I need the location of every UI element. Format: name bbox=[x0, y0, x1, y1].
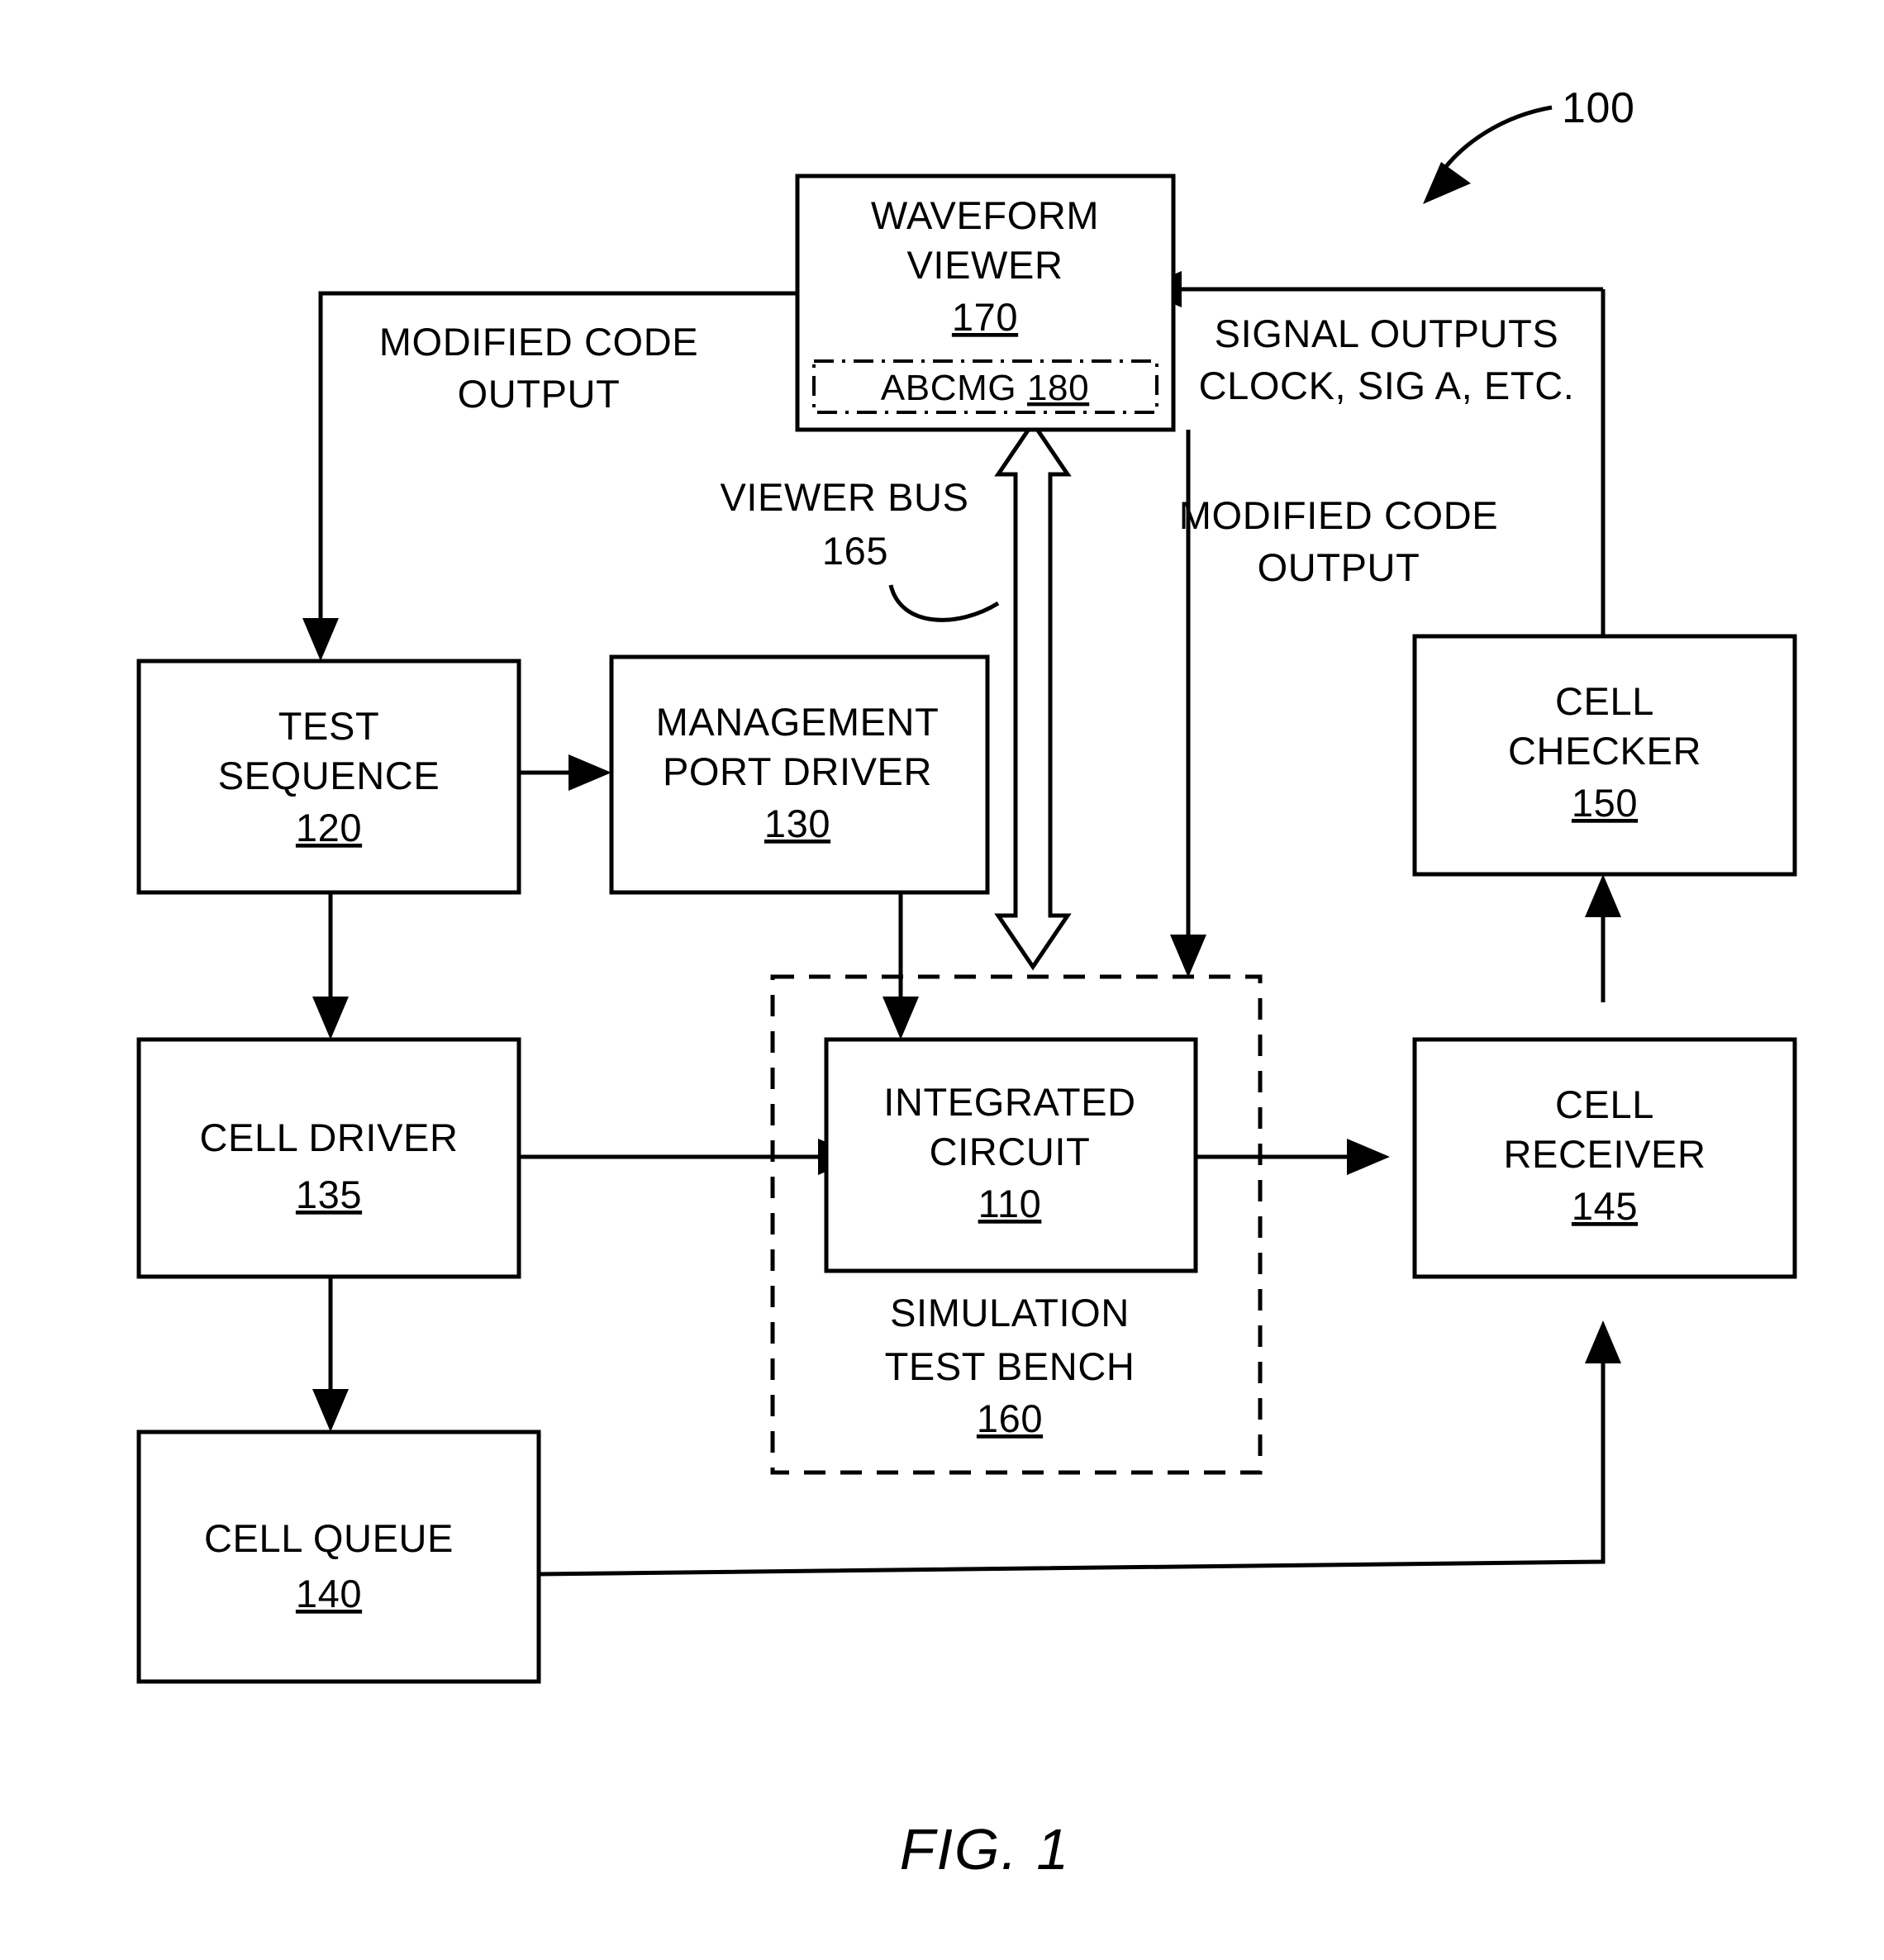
simulation-test-bench-label-line2: TEST BENCH bbox=[885, 1344, 1135, 1388]
reference-number-100: 100 bbox=[1562, 84, 1635, 132]
management-port-driver-number: 130 bbox=[764, 802, 830, 845]
integrated-circuit-number: 110 bbox=[978, 1182, 1042, 1225]
arrowhead-cell-checker-bottom bbox=[1585, 874, 1621, 917]
management-port-driver-label-line1: MANAGEMENT bbox=[656, 700, 940, 744]
viewer-bus-label: VIEWER BUS bbox=[720, 475, 968, 519]
integrated-circuit-label-line1: INTEGRATED bbox=[883, 1080, 1135, 1124]
patent-figure: WAVEFORM VIEWER 170 ABCMG 180 TEST SEQUE… bbox=[0, 0, 1884, 1960]
cell-driver-label-line1: CELL DRIVER bbox=[199, 1116, 458, 1159]
arrowhead-test-sequence-top bbox=[302, 618, 339, 661]
cell-checker-label-line2: CHECKER bbox=[1508, 729, 1701, 773]
management-port-driver-label-line2: PORT DRIVER bbox=[663, 749, 932, 793]
arrowhead-mpd-left bbox=[569, 754, 611, 791]
cell-checker-label-line1: CELL bbox=[1555, 679, 1654, 723]
signal-outputs-line1: SIGNAL OUTPUTS bbox=[1215, 312, 1559, 355]
waveform-viewer-label-line2: VIEWER bbox=[906, 243, 1063, 287]
arrowhead-cell-receiver-left bbox=[1347, 1139, 1390, 1175]
cell-checker-number: 150 bbox=[1572, 781, 1638, 825]
modified-code-output-right-line2: OUTPUT bbox=[1258, 545, 1420, 589]
waveform-viewer-label-line1: WAVEFORM bbox=[871, 193, 1099, 237]
cell-queue-label-line1: CELL QUEUE bbox=[204, 1516, 454, 1560]
modified-code-output-left-line2: OUTPUT bbox=[458, 372, 621, 416]
cell-receiver-number: 145 bbox=[1572, 1184, 1638, 1228]
arrowhead-cell-driver-top bbox=[312, 997, 349, 1039]
cell-receiver-label-line2: RECEIVER bbox=[1503, 1132, 1706, 1176]
arrowhead-cell-receiver-bottom bbox=[1585, 1320, 1621, 1363]
diagram-canvas: WAVEFORM VIEWER 170 ABCMG 180 TEST SEQUE… bbox=[136, 84, 1797, 1882]
test-sequence-label-line1: TEST bbox=[278, 704, 380, 748]
cell-queue-number: 140 bbox=[296, 1572, 362, 1615]
test-sequence-number: 120 bbox=[296, 806, 362, 849]
arrowhead-testbench-modified-code bbox=[1170, 935, 1206, 978]
cell-receiver-label-line1: CELL bbox=[1555, 1082, 1654, 1126]
viewer-bus-leader-line bbox=[888, 584, 1000, 622]
modified-code-output-right-line1: MODIFIED CODE bbox=[1179, 493, 1498, 537]
test-sequence-label-line2: SEQUENCE bbox=[218, 754, 440, 797]
viewer-bus-number: 165 bbox=[822, 529, 888, 573]
simulation-test-bench-number: 160 bbox=[977, 1396, 1043, 1440]
arrowhead-reference-100 bbox=[1423, 162, 1471, 204]
arrowhead-cell-queue-top bbox=[312, 1389, 349, 1432]
simulation-test-bench-label-line1: SIMULATION bbox=[890, 1291, 1130, 1334]
abcmg-label: ABCMG 180 bbox=[881, 368, 1089, 408]
cell-driver-number: 135 bbox=[296, 1173, 362, 1216]
viewer-bus-double-arrow bbox=[994, 419, 1072, 971]
modified-code-output-left-line1: MODIFIED CODE bbox=[379, 320, 698, 364]
arrowhead-ic-top bbox=[883, 997, 919, 1039]
reference-100-leader-line bbox=[1437, 105, 1553, 177]
signal-outputs-line2: CLOCK, SIG A, ETC. bbox=[1199, 364, 1575, 407]
waveform-viewer-number: 170 bbox=[952, 295, 1018, 339]
figure-caption: FIG. 1 bbox=[900, 1817, 1070, 1882]
integrated-circuit-label-line2: CIRCUIT bbox=[930, 1130, 1091, 1173]
